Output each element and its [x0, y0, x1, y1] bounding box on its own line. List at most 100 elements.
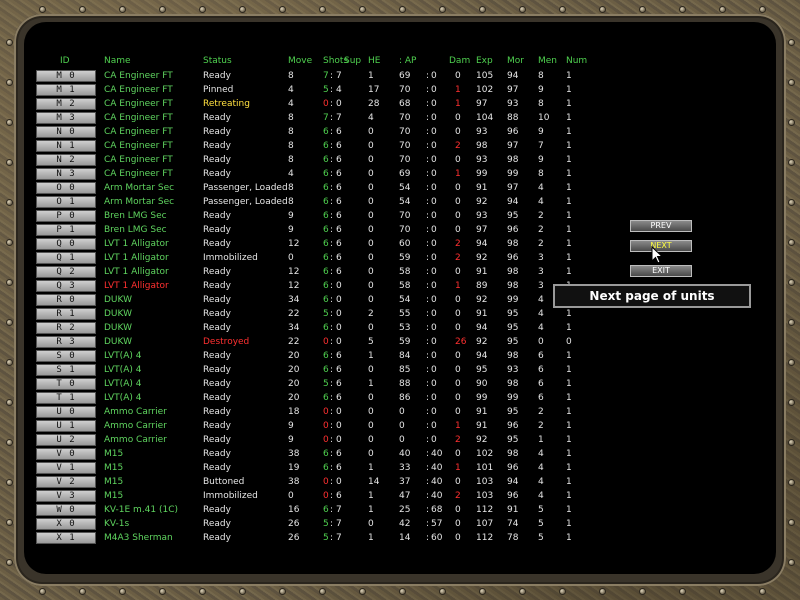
he-ap-separator: :: [426, 99, 430, 109]
unit-id-button[interactable]: S 0: [36, 350, 96, 362]
shots-separator: :: [330, 463, 334, 473]
rivet: [40, 589, 45, 594]
suppression-value: 0: [368, 211, 374, 221]
suppression-value: 28: [368, 99, 380, 109]
unit-id-button[interactable]: T 1: [36, 392, 96, 404]
exit-button[interactable]: EXIT: [630, 265, 692, 277]
experience-value: 93: [476, 155, 488, 165]
shots-total: 7: [336, 533, 342, 543]
unit-name: LVT(A) 4: [104, 393, 142, 403]
shots-available: 0: [323, 491, 329, 501]
shots-available: 6: [323, 365, 329, 375]
unit-id-button[interactable]: P 0: [36, 210, 96, 222]
num-value: 1: [566, 197, 572, 207]
prev-button[interactable]: PREV: [630, 220, 692, 232]
experience-value: 91: [476, 407, 488, 417]
morale-value: 94: [507, 71, 519, 81]
unit-status: Ready: [203, 113, 231, 123]
damage-value: 2: [455, 239, 461, 249]
suppression-value: 5: [368, 337, 374, 347]
shots-total: 6: [336, 365, 342, 375]
ap-value: 0: [431, 85, 437, 95]
unit-id-button[interactable]: O 0: [36, 182, 96, 194]
he-ap-separator: :: [426, 491, 430, 501]
unit-id-button[interactable]: V 2: [36, 476, 96, 488]
shots-available: 5: [323, 533, 329, 543]
unit-id-button[interactable]: M 3: [36, 112, 96, 124]
table-row: N 0 CA Engineer FT Ready 8 6:6 0 70:0 0 93 96 9 1: [24, 125, 776, 139]
men-value: 2: [538, 239, 544, 249]
experience-value: 105: [476, 71, 494, 81]
rivet: [7, 440, 12, 445]
shots-separator: :: [330, 127, 334, 137]
ap-value: 0: [431, 393, 437, 403]
mouse-cursor-icon: [651, 246, 664, 264]
rivet: [360, 7, 365, 12]
unit-id-button[interactable]: N 1: [36, 140, 96, 152]
unit-status: Ready: [203, 71, 231, 81]
unit-id-button[interactable]: V 3: [36, 490, 96, 502]
unit-id-button[interactable]: O 1: [36, 196, 96, 208]
unit-id-button[interactable]: Q 2: [36, 266, 96, 278]
unit-id-button[interactable]: S 1: [36, 364, 96, 376]
suppression-value: 1: [368, 463, 374, 473]
unit-id-button[interactable]: N 2: [36, 154, 96, 166]
table-row: V 1 M15 Ready 19 6:6 1 33:40 1 101 96 4 1: [24, 461, 776, 475]
move-value: 8: [288, 183, 294, 193]
he-value: 88: [399, 379, 411, 389]
num-value: 1: [566, 141, 572, 151]
shots-available: 6: [323, 197, 329, 207]
suppression-value: 1: [368, 505, 374, 515]
num-value: 1: [566, 127, 572, 137]
unit-name: CA Engineer FT: [104, 113, 173, 123]
unit-id-button[interactable]: W 0: [36, 504, 96, 516]
unit-status: Ready: [203, 281, 231, 291]
suppression-value: 1: [368, 351, 374, 361]
rivet: [640, 7, 645, 12]
rivet: [320, 589, 325, 594]
unit-id-button[interactable]: X 0: [36, 518, 96, 530]
unit-id-button[interactable]: V 1: [36, 462, 96, 474]
unit-id-button[interactable]: N 3: [36, 168, 96, 180]
unit-id-button[interactable]: Q 1: [36, 252, 96, 264]
shots-available: 0: [323, 99, 329, 109]
table-row: N 2 CA Engineer FT Ready 8 6:6 0 70:0 0 93 98 9 1: [24, 153, 776, 167]
unit-id-button[interactable]: M 2: [36, 98, 96, 110]
rivet: [240, 589, 245, 594]
unit-id-button[interactable]: U 1: [36, 420, 96, 432]
suppression-value: 1: [368, 533, 374, 543]
unit-name: LVT 1 Alligator: [104, 239, 169, 249]
rivet: [160, 589, 165, 594]
unit-id-button[interactable]: N 0: [36, 126, 96, 138]
shots-available: 6: [323, 183, 329, 193]
unit-id-button[interactable]: T 0: [36, 378, 96, 390]
unit-id-button[interactable]: R 0: [36, 294, 96, 306]
unit-id-button[interactable]: V 0: [36, 448, 96, 460]
unit-id-button[interactable]: R 2: [36, 322, 96, 334]
shots-total: 7: [336, 71, 342, 81]
unit-id-button[interactable]: U 0: [36, 406, 96, 418]
morale-value: 74: [507, 519, 519, 529]
column-header: Num: [566, 56, 588, 66]
unit-id-button[interactable]: M 1: [36, 84, 96, 96]
num-value: 1: [566, 71, 572, 81]
unit-status: Ready: [203, 435, 231, 445]
num-value: 1: [566, 393, 572, 403]
unit-status: Passenger, Loaded: [203, 197, 288, 207]
unit-id-button[interactable]: M 0: [36, 70, 96, 82]
he-value: 40: [399, 449, 411, 459]
unit-id-button[interactable]: R 1: [36, 308, 96, 320]
experience-value: 103: [476, 491, 494, 501]
rivet: [7, 200, 12, 205]
unit-id-button[interactable]: Q 0: [36, 238, 96, 250]
table-row: U 1 Ammo Carrier Ready 9 0:0 0 0:0 1 91 96 2 1: [24, 419, 776, 433]
shots-total: 0: [336, 281, 342, 291]
rivet: [400, 589, 405, 594]
unit-id-button[interactable]: R 3: [36, 336, 96, 348]
unit-id-button[interactable]: U 2: [36, 434, 96, 446]
unit-id-button[interactable]: Q 3: [36, 280, 96, 292]
men-value: 4: [538, 323, 544, 333]
unit-id-button[interactable]: X 1: [36, 532, 96, 544]
unit-name: M15: [104, 463, 124, 473]
unit-id-button[interactable]: P 1: [36, 224, 96, 236]
